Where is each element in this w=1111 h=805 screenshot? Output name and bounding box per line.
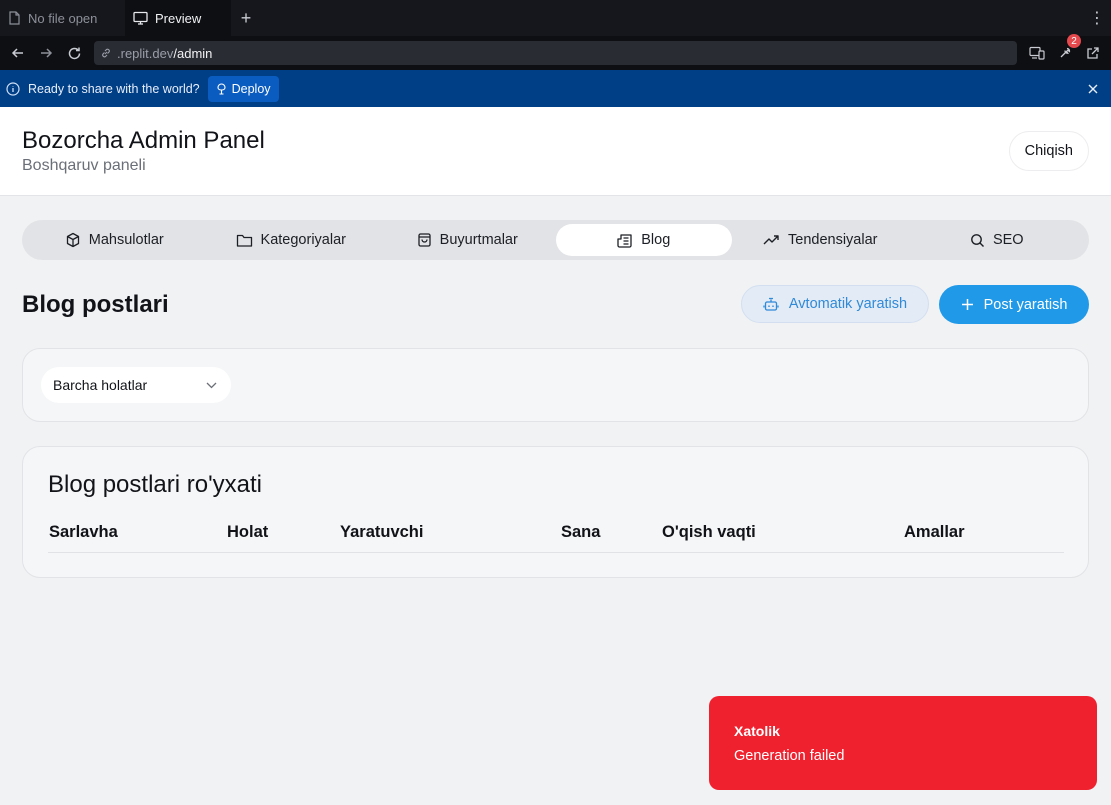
devices-icon[interactable] [1025, 41, 1049, 65]
link-icon [100, 47, 112, 59]
deploy-button[interactable]: Deploy [207, 75, 279, 102]
bot-icon [763, 297, 779, 312]
tab-label: Buyurtmalar [439, 232, 518, 248]
devtools-wrench-icon[interactable]: 2 [1053, 34, 1081, 65]
trending-up-icon [763, 234, 780, 246]
tab-label: Mahsulotlar [88, 232, 164, 248]
column-header-read-time: O'qish vaqti [662, 523, 756, 541]
url-host: .replit.dev [117, 45, 174, 61]
tab-label: No file open [28, 10, 98, 26]
deploy-icon [216, 82, 227, 95]
tab-seo[interactable]: SEO [909, 224, 1086, 256]
tab-tendensiyalar[interactable]: Tendensiyalar [732, 224, 909, 256]
column-header-date: Sana [561, 523, 601, 541]
close-icon[interactable] [1081, 77, 1105, 101]
info-icon [6, 81, 20, 96]
column-header-actions: Amallar [904, 523, 965, 541]
external-link-icon[interactable] [1081, 41, 1105, 65]
tab-label: Preview [155, 10, 202, 26]
tab-buyurtmalar[interactable]: Buyurtmalar [379, 224, 556, 256]
tab-label: Tendensiyalar [788, 232, 878, 248]
forward-arrow-icon[interactable] [34, 41, 58, 65]
column-header-title: Sarlavha [49, 523, 118, 541]
chevron-down-icon [206, 382, 217, 389]
app-header: Bozorcha Admin Panel Boshqaruv paneli Ch… [0, 107, 1111, 196]
create-post-button[interactable]: Post yaratish [939, 285, 1089, 324]
newspaper-icon [617, 233, 633, 248]
tab-mahsulotlar[interactable]: Mahsulotlar [26, 224, 203, 256]
status-filter-value: Barcha holatlar [53, 377, 148, 393]
more-vertical-icon[interactable]: ⋮ [1083, 0, 1111, 36]
tab-no-file-open[interactable]: No file open [0, 0, 125, 36]
file-icon [8, 11, 21, 25]
toast-description: Generation failed [734, 748, 845, 764]
notification-badge: 2 [1067, 34, 1081, 48]
new-tab-plus-icon[interactable]: + [231, 0, 261, 36]
column-header-status: Holat [227, 523, 269, 541]
browser-url-bar: .replit.dev/admin 2 [0, 34, 1111, 70]
toast-title: Xatolik [734, 723, 780, 739]
deploy-banner: Ready to share with the world? Deploy [0, 70, 1111, 107]
back-arrow-icon[interactable] [6, 41, 30, 65]
app-title: Bozorcha Admin Panel [22, 126, 265, 154]
tab-kategoriyalar[interactable]: Kategoriyalar [203, 224, 380, 256]
reload-icon[interactable] [62, 41, 86, 65]
admin-nav-tabs: Mahsulotlar Kategoriyalar Buyurtmalar Bl… [22, 220, 1089, 260]
blog-posts-card: Blog postlari ro'yxati Sarlavha Holat Ya… [22, 446, 1089, 578]
monitor-icon [133, 11, 148, 25]
deploy-button-label: Deploy [231, 81, 271, 96]
search-icon [970, 233, 985, 248]
status-filter-select[interactable]: Barcha holatlar [41, 367, 231, 403]
auto-generate-button[interactable]: Avtomatik yaratish [741, 285, 929, 323]
tab-label: Blog [641, 232, 671, 248]
tab-preview[interactable]: Preview [125, 0, 231, 36]
create-post-label: Post yaratish [983, 296, 1068, 313]
tab-blog[interactable]: Blog [555, 224, 732, 256]
box-icon [65, 232, 81, 248]
app-subtitle: Boshqaruv paneli [22, 157, 146, 175]
page-title: Blog postlari [22, 291, 169, 318]
url-path: /admin [173, 45, 213, 61]
folder-icon [236, 233, 253, 248]
blog-posts-list-title: Blog postlari ro'yxati [48, 471, 263, 498]
error-toast[interactable]: Xatolik Generation failed [709, 696, 1097, 790]
filter-card: Barcha holatlar [22, 348, 1089, 422]
shopping-bag-icon [417, 232, 432, 248]
deploy-message: Ready to share with the world? [28, 81, 200, 96]
logout-button[interactable]: Chiqish [1008, 131, 1089, 171]
tab-label: SEO [992, 232, 1024, 248]
url-input[interactable]: .replit.dev/admin [94, 41, 1017, 65]
plus-icon [961, 298, 974, 311]
table-header: Sarlavha Holat Yaratuvchi Sana O'qish va… [48, 523, 1064, 553]
column-header-author: Yaratuvchi [340, 523, 424, 541]
browser-tab-bar: No file open Preview + ⋮ [0, 0, 1111, 36]
tab-label: Kategoriyalar [260, 232, 346, 248]
auto-generate-label: Avtomatik yaratish [788, 296, 908, 312]
